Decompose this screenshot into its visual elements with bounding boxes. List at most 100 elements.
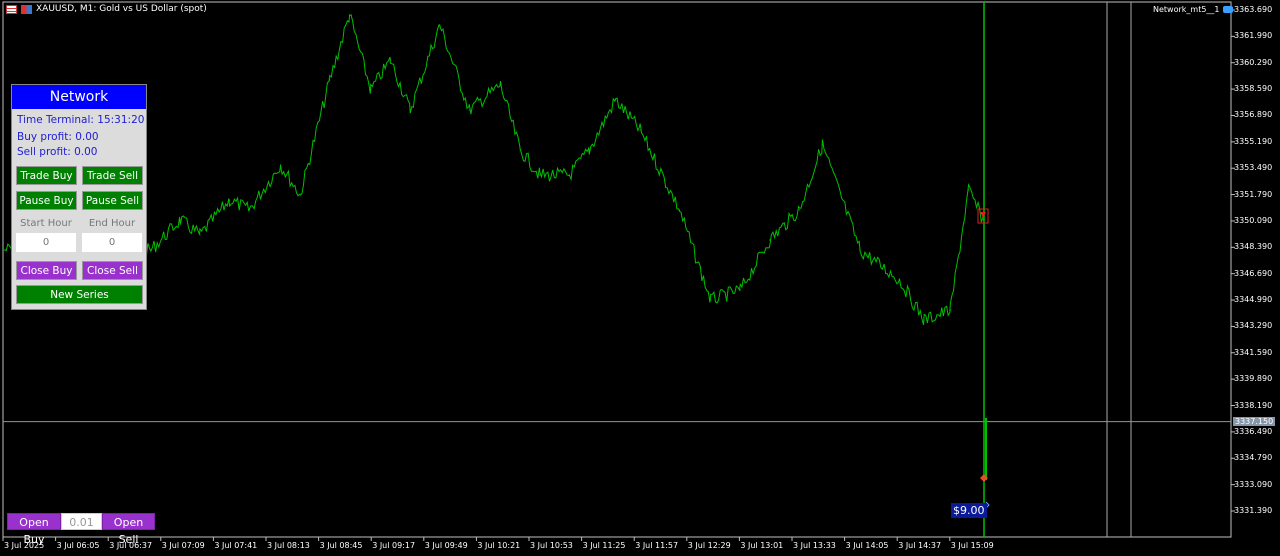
time-tick-label: 3 Jul 08:13 xyxy=(267,541,310,550)
data-point xyxy=(248,209,250,211)
data-point xyxy=(279,164,282,166)
price-tick-label: 3338.190 xyxy=(1234,400,1273,410)
chart-window-icon xyxy=(6,4,17,14)
data-point xyxy=(150,249,152,251)
time-tick-label: 3 Jul 09:17 xyxy=(372,541,416,550)
data-point xyxy=(678,209,681,211)
data-point xyxy=(370,89,372,91)
time-tick-label: 3 Jul 06:37 xyxy=(109,541,153,550)
time-tick-label: 3 Jul 10:53 xyxy=(530,541,573,550)
indicator-label: Network_mt5__1 xyxy=(1153,5,1233,14)
buy-profit: Buy profit: 0.00 xyxy=(17,131,99,143)
pause-sell-button[interactable]: Pause Sell xyxy=(82,191,143,210)
open-sell-button[interactable]: Open Sell xyxy=(102,513,155,546)
price-tick-label: 3336.490 xyxy=(1234,426,1273,436)
price-tick-label: 3353.490 xyxy=(1234,163,1273,173)
data-point xyxy=(329,79,331,81)
price-tick-label: 3361.990 xyxy=(1234,31,1273,41)
time-tick-label: 3 Jul 13:01 xyxy=(740,541,784,550)
close-sell-button[interactable]: Close Sell xyxy=(82,261,143,280)
price-tick-label: 3333.090 xyxy=(1234,479,1273,489)
data-point xyxy=(468,109,470,111)
price-tick-label: 3343.290 xyxy=(1234,321,1273,331)
price-tick-label: 3348.390 xyxy=(1234,242,1273,252)
open-buy-button[interactable]: Open Buy xyxy=(7,513,61,546)
data-point xyxy=(409,109,411,111)
trading-icon xyxy=(21,4,32,14)
time-tick-label: 3 Jul 08:45 xyxy=(319,541,363,550)
time-tick-label: 3 Jul 07:41 xyxy=(214,541,258,550)
data-point xyxy=(614,99,617,101)
network-panel: Network Time Terminal: 15:31:20 Buy prof… xyxy=(11,84,147,310)
price-tick-label: 3331.390 xyxy=(1234,506,1273,515)
start-hour-input[interactable]: 0 xyxy=(16,233,76,252)
price-tick-label: 3339.890 xyxy=(1234,374,1273,384)
time-tick-label: 3 Jul 14:05 xyxy=(845,541,889,550)
close-buy-button[interactable]: Close Buy xyxy=(16,261,77,280)
price-tick-label: 3355.190 xyxy=(1234,136,1273,146)
data-point xyxy=(439,24,441,26)
data-point xyxy=(639,129,641,131)
data-point xyxy=(821,144,823,146)
price-tick-label: 3346.690 xyxy=(1234,268,1273,278)
time-tick-label: 3 Jul 11:25 xyxy=(582,541,626,550)
price-tick-label: 3351.790 xyxy=(1234,189,1273,199)
time-tick-label: 3 Jul 14:37 xyxy=(898,541,942,550)
data-point xyxy=(710,299,712,301)
price-tick-label: 3334.790 xyxy=(1234,453,1273,463)
time-tick-label: 3 Jul 07:09 xyxy=(161,541,205,550)
data-point xyxy=(859,249,861,251)
current-price-label: 3337.150 xyxy=(1233,417,1276,426)
data-point xyxy=(389,59,392,61)
price-tick-label: 3356.890 xyxy=(1234,110,1273,120)
data-point xyxy=(179,219,181,221)
end-hour-input[interactable]: 0 xyxy=(82,233,142,252)
data-point xyxy=(967,189,970,191)
chart-frame xyxy=(2,1,1232,538)
data-point xyxy=(4,249,6,251)
time-tick-label: 3 Jul 09:49 xyxy=(424,541,468,550)
data-point xyxy=(923,319,925,321)
new-series-button[interactable]: New Series xyxy=(16,285,143,304)
chart-title: XAUUSD, M1: Gold vs US Dollar (spot) xyxy=(6,4,207,14)
lot-size-input[interactable]: 0.01 xyxy=(61,513,102,530)
price-chart[interactable] xyxy=(0,0,1280,556)
data-point xyxy=(348,14,351,16)
data-point xyxy=(228,199,231,201)
time-tick-label: 3 Jul 11:57 xyxy=(635,541,679,550)
data-point xyxy=(739,289,741,291)
profit-label: $9.00 xyxy=(951,503,987,518)
price-tick-label: 3344.990 xyxy=(1234,295,1273,305)
trade-sell-button[interactable]: Trade Sell xyxy=(82,166,143,185)
chart-symbol-title: XAUUSD, M1: Gold vs US Dollar (spot) xyxy=(36,4,207,14)
time-tick-label: 3 Jul 06:05 xyxy=(56,541,100,550)
data-point xyxy=(568,174,571,176)
sell-profit: Sell profit: 0.00 xyxy=(17,146,98,158)
data-point xyxy=(898,279,901,281)
data-point xyxy=(299,194,301,196)
trade-buy-button[interactable]: Trade Buy xyxy=(16,166,77,185)
time-terminal: Time Terminal: 15:31:20 xyxy=(17,114,145,126)
price-tick-label: 3350.090 xyxy=(1234,215,1273,225)
data-point xyxy=(798,209,800,211)
price-series-line xyxy=(4,13,984,326)
data-point xyxy=(499,84,502,86)
data-point xyxy=(539,174,541,176)
time-tick-label: 3 Jul 12:29 xyxy=(687,541,731,550)
graduation-cap-icon xyxy=(1222,6,1233,13)
end-hour-label: End Hour xyxy=(88,218,136,229)
data-point xyxy=(199,234,201,236)
panel-title: Network xyxy=(12,85,146,109)
data-point xyxy=(769,239,771,241)
price-tick-label: 3341.590 xyxy=(1234,347,1273,357)
time-tick-label: 3 Jul 15:09 xyxy=(950,541,994,550)
data-point xyxy=(588,149,590,151)
price-tick-label: 3363.690 xyxy=(1234,5,1273,14)
start-hour-label: Start Hour xyxy=(20,218,72,229)
data-point xyxy=(949,309,952,311)
price-tick-label: 3358.590 xyxy=(1234,84,1273,94)
pause-buy-button[interactable]: Pause Buy xyxy=(16,191,77,210)
price-tick-label: 3360.290 xyxy=(1234,57,1273,67)
time-tick-label: 3 Jul 2025 xyxy=(4,541,45,550)
data-point xyxy=(519,149,521,151)
